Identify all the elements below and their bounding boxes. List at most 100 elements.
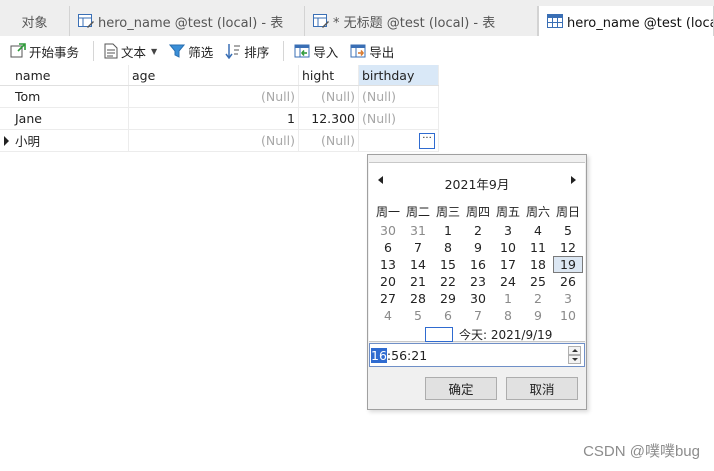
tab-objects[interactable]: 对象 (0, 6, 70, 36)
filter-button[interactable]: 筛选 (165, 39, 217, 63)
cell-name[interactable]: Jane (12, 108, 129, 129)
spin-up-icon[interactable] (568, 346, 581, 355)
document-icon (104, 43, 118, 59)
calendar-day[interactable]: 28 (403, 290, 433, 307)
time-value: 16:56:21 (370, 347, 428, 363)
import-label: 导入 (313, 44, 339, 60)
calendar-day[interactable]: 2 (463, 222, 493, 239)
cell-birthday[interactable]: (Null) (359, 108, 439, 129)
calendar-day[interactable]: 4 (373, 307, 403, 324)
calendar-day[interactable]: 23 (463, 273, 493, 290)
tab-hero-name-data[interactable]: hero_name @test (local) - 表 (538, 6, 714, 36)
cell-hight[interactable]: (Null) (299, 86, 359, 107)
column-header-hight[interactable]: hight (299, 65, 359, 85)
row-gutter[interactable] (0, 108, 12, 129)
calendar-day[interactable]: 6 (433, 307, 463, 324)
cell-hight[interactable]: 12.300 (299, 108, 359, 129)
spin-down-icon[interactable] (568, 355, 581, 364)
calendar-day-selected[interactable]: 19 (553, 256, 583, 273)
calendar-day[interactable]: 18 (523, 256, 553, 273)
calendar-day[interactable]: 26 (553, 273, 583, 290)
calendar-day[interactable]: 9 (523, 307, 553, 324)
calendar-day[interactable]: 9 (463, 239, 493, 256)
calendar-day[interactable]: 5 (403, 307, 433, 324)
calendar-day[interactable]: 8 (433, 239, 463, 256)
cancel-button[interactable]: 取消 (506, 377, 578, 400)
calendar-day[interactable]: 4 (523, 222, 553, 239)
month-title[interactable]: 2021年9月 (369, 174, 585, 193)
row-gutter[interactable] (0, 86, 12, 107)
row-arrow-icon (3, 135, 9, 146)
weekday-label: 周三 (435, 205, 460, 219)
column-header-age[interactable]: age (129, 65, 299, 85)
column-header-birthday[interactable]: birthday (359, 65, 439, 85)
begin-transaction-label: 开始事务 (29, 44, 80, 60)
calendar-day[interactable]: 8 (493, 307, 523, 324)
tab-bar: 对象 hero_name @test (local) - 表 * 无标题 @te… (0, 0, 714, 36)
chevron-down-icon[interactable]: ▼ (151, 47, 157, 56)
calendar-day[interactable]: 27 (373, 290, 403, 307)
tab-hero-name-design[interactable]: hero_name @test (local) - 表 (70, 6, 305, 36)
calendar-day[interactable]: 15 (433, 256, 463, 273)
cell-hight[interactable]: (Null) (299, 130, 359, 151)
calendar-day[interactable]: 12 (553, 239, 583, 256)
calendar-day[interactable]: 1 (433, 222, 463, 239)
import-button[interactable]: 导入 (290, 39, 342, 63)
table-row: Jane 1 12.300 (Null) (0, 108, 439, 130)
cell-age[interactable]: (Null) (129, 86, 299, 107)
table-row: Tom (Null) (Null) (Null) (0, 86, 439, 108)
cell-birthday-editing[interactable]: ··· (359, 130, 439, 151)
calendar-day[interactable]: 14 (403, 256, 433, 273)
toolbar-divider (283, 41, 285, 61)
calendar-day[interactable]: 30 (463, 290, 493, 307)
next-month-icon[interactable] (571, 176, 576, 184)
time-spinner[interactable] (568, 346, 581, 364)
calendar-day[interactable]: 25 (523, 273, 553, 290)
sort-button[interactable]: 排序 (221, 39, 273, 63)
calendar-day[interactable]: 30 (373, 222, 403, 239)
calendar-day[interactable]: 6 (373, 239, 403, 256)
transaction-icon (10, 43, 26, 58)
weekday-label: 周四 (465, 205, 490, 219)
calendar-day[interactable]: 13 (373, 256, 403, 273)
ok-button[interactable]: 确定 (425, 377, 497, 400)
calendar-day[interactable]: 24 (493, 273, 523, 290)
time-rest: :56:21 (386, 347, 428, 363)
calendar-day[interactable]: 7 (403, 239, 433, 256)
calendar-day[interactable]: 1 (493, 290, 523, 307)
cell-age[interactable]: 1 (129, 108, 299, 129)
filter-label: 筛选 (188, 44, 214, 60)
calendar-day[interactable]: 5 (553, 222, 583, 239)
begin-transaction-button[interactable]: 开始事务 (6, 39, 83, 63)
weekday-header: 周一 周二 周三 周四 周五 周六 周日 (373, 203, 583, 220)
calendar-day[interactable]: 2 (523, 290, 553, 307)
calendar-day[interactable]: 29 (433, 290, 463, 307)
column-header-name[interactable]: name (12, 65, 129, 85)
calendar-day[interactable]: 22 (433, 273, 463, 290)
tab-untitled-design[interactable]: * 无标题 @test (local) - 表 (305, 6, 538, 36)
calendar-day[interactable]: 11 (523, 239, 553, 256)
text-view-button[interactable]: 文本 ▼ (100, 39, 161, 63)
calendar-day[interactable]: 16 (463, 256, 493, 273)
calendar-day[interactable]: 21 (403, 273, 433, 290)
tab-label: hero_name @test (local) - 表 (567, 15, 713, 31)
calendar-day[interactable]: 3 (553, 290, 583, 307)
today-link[interactable]: 今天: 2021/9/19 (425, 326, 552, 343)
cell-birthday[interactable]: (Null) (359, 86, 439, 107)
ellipsis-button[interactable]: ··· (419, 132, 435, 149)
calendar-day[interactable]: 3 (493, 222, 523, 239)
calendar-day[interactable]: 20 (373, 273, 403, 290)
cell-age[interactable]: (Null) (129, 130, 299, 151)
calendar-day[interactable]: 17 (493, 256, 523, 273)
calendar-day[interactable]: 10 (493, 239, 523, 256)
export-button[interactable]: 导出 (346, 39, 398, 63)
calendar-day[interactable]: 31 (403, 222, 433, 239)
time-input[interactable]: 16:56:21 (369, 343, 585, 367)
cell-name[interactable]: Tom (12, 86, 129, 107)
calendar-day[interactable]: 10 (553, 307, 583, 324)
date-picker-popup: 2021年9月 周一 周二 周三 周四 周五 周六 周日 30 31 1 2 3 4 5 6 7 8 9 10 11… (367, 154, 587, 410)
calendar: 2021年9月 周一 周二 周三 周四 周五 周六 周日 30 31 1 2 3 4 5 6 7 8 9 10 11… (369, 162, 585, 342)
cell-name[interactable]: 小明 (12, 130, 129, 151)
weekday-label: 周二 (405, 205, 430, 219)
calendar-day[interactable]: 7 (463, 307, 493, 324)
